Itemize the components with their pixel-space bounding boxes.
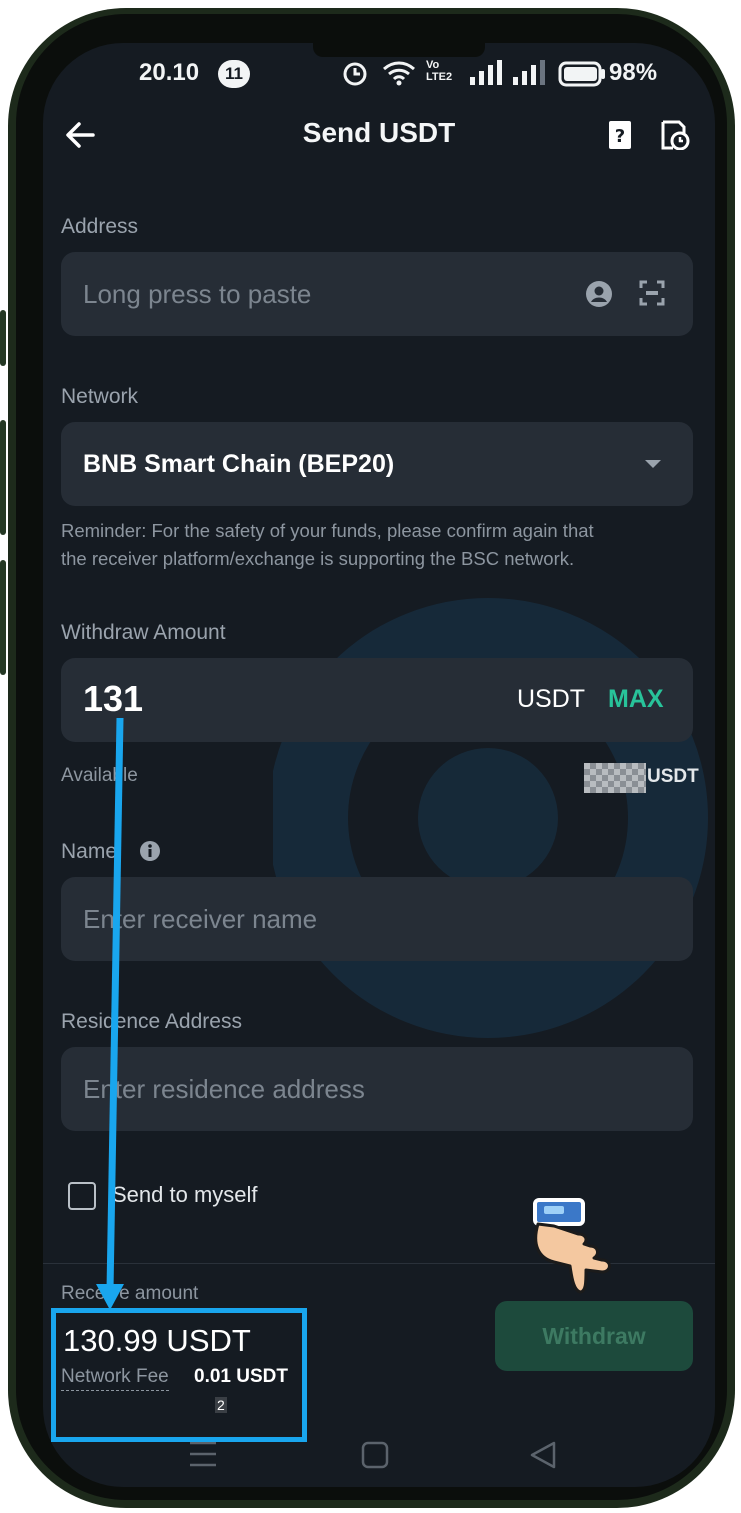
annotation-highlight-box [51,1308,307,1442]
annotation-arrow [96,717,124,1310]
pointing-hand-icon [533,1198,611,1294]
